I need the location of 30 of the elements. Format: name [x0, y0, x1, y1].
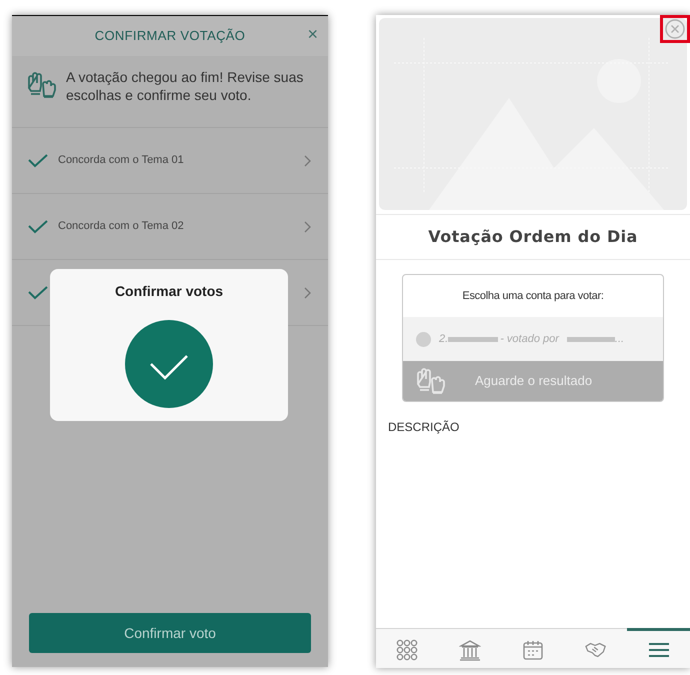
- dots-grid-icon[interactable]: [396, 638, 418, 660]
- page-title: Votação Ordem do Dia: [428, 226, 638, 248]
- vote-row[interactable]: Concorda com o Tema 01: [12, 128, 328, 194]
- vote-label: Concorda com o Tema 01: [58, 153, 184, 168]
- account-number: 2.: [439, 332, 448, 347]
- screen-title: CONFIRMAR VOTAÇÃO: [94, 27, 246, 46]
- chevron-right-icon: [304, 220, 312, 232]
- redacted-bar: [566, 336, 615, 342]
- confirm-vote-button[interactable]: Confirmar voto: [29, 613, 311, 653]
- close-icon[interactable]: [665, 19, 685, 39]
- chevron-right-icon: [304, 286, 312, 298]
- success-check-icon: [125, 320, 213, 408]
- dialog-title: Confirmar votos: [114, 282, 224, 301]
- intro-text: A votação chegou ao fim! Revise suas escolhas e confirme seu voto.: [66, 68, 304, 104]
- vote-row[interactable]: Concorda com o Tema 02: [12, 194, 328, 260]
- bank-icon[interactable]: [459, 638, 482, 660]
- card-heading: Escolha uma conta para votar:: [462, 288, 604, 304]
- voted-by-text: - votado por: [500, 332, 559, 347]
- radio-icon: [416, 332, 431, 346]
- raised-hands-icon: [415, 368, 445, 394]
- calendar-icon[interactable]: [522, 638, 544, 660]
- description-label: DESCRIÇÃO: [388, 419, 460, 436]
- close-button[interactable]: ×: [307, 25, 318, 43]
- raised-hands-icon: [26, 72, 56, 98]
- chevron-right-icon: [304, 154, 312, 166]
- redacted-bar: [448, 336, 498, 342]
- ellipsis: ...: [614, 332, 624, 347]
- status-text: Aguarde o resultado: [475, 372, 592, 390]
- account-option[interactable]: 2. - votado por ...: [403, 317, 663, 361]
- vote-label: Concorda com o Tema 02: [58, 219, 184, 234]
